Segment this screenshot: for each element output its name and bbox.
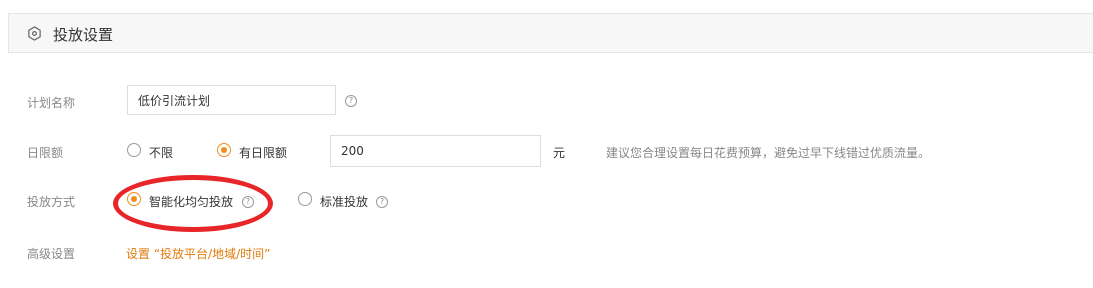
radio-unlimited-label[interactable]: 不限 bbox=[149, 144, 173, 161]
annotation-ellipse bbox=[113, 175, 273, 232]
daily-budget-label: 日限额 bbox=[27, 146, 64, 160]
budget-hint: 建议您合理设置每日花费预算，避免过早下线错过优质流量。 bbox=[606, 146, 931, 160]
delivery-method-label: 投放方式 bbox=[27, 195, 76, 209]
advanced-settings-link[interactable]: 设置 “投放平台/地域/时间” bbox=[126, 245, 270, 262]
daily-budget-amount-input[interactable] bbox=[330, 135, 541, 167]
section-header: 投放设置 bbox=[8, 13, 1093, 53]
section-title: 投放设置 bbox=[53, 26, 114, 44]
budget-unit: 元 bbox=[553, 146, 566, 160]
standard-help-icon[interactable]: ? bbox=[376, 196, 388, 208]
advanced-settings-label: 高级设置 bbox=[27, 247, 76, 261]
hexagon-circle-icon bbox=[28, 26, 41, 41]
radio-standard-label[interactable]: 标准投放 bbox=[320, 193, 368, 210]
radio-daily-limit-label[interactable]: 有日限额 bbox=[239, 144, 287, 161]
radio-daily-limit[interactable] bbox=[217, 143, 231, 157]
plan-name-input[interactable] bbox=[127, 85, 336, 115]
plan-name-label: 计划名称 bbox=[27, 96, 76, 110]
radio-unlimited[interactable] bbox=[127, 143, 141, 157]
plan-name-help-icon[interactable]: ? bbox=[345, 95, 357, 107]
radio-standard[interactable] bbox=[298, 192, 312, 206]
